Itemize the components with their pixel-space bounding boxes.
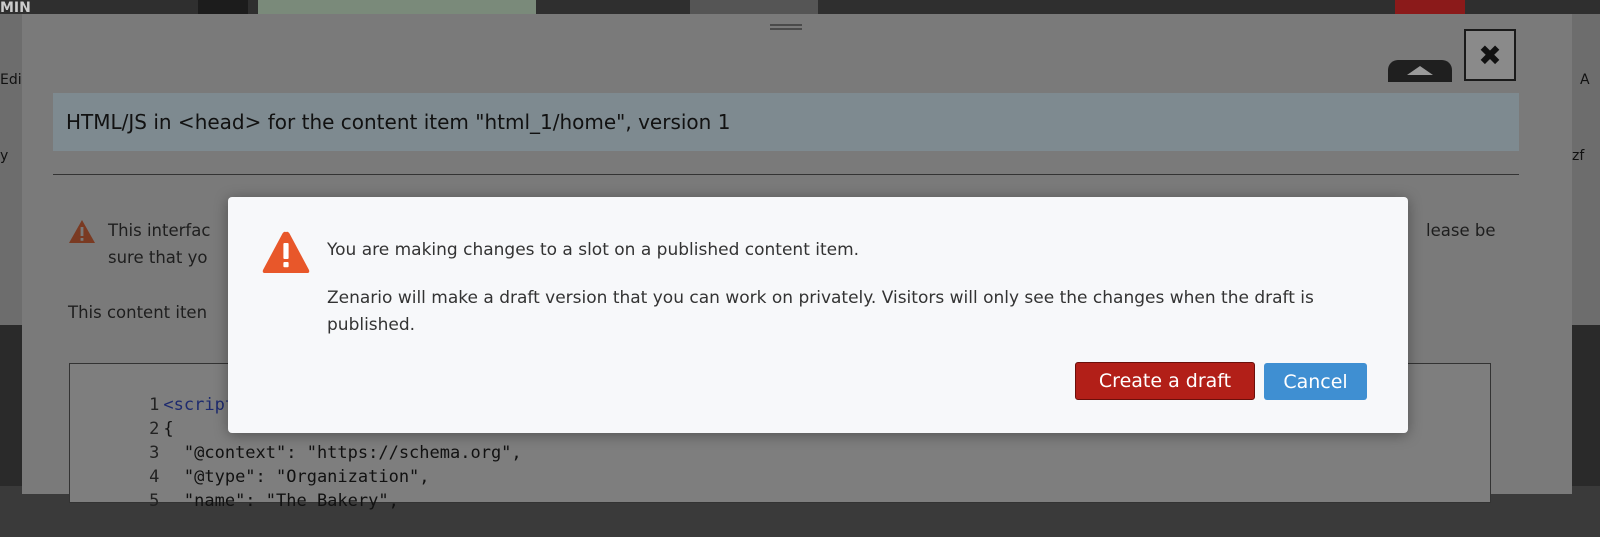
page-background-left-dark — [0, 325, 22, 486]
warning-icon — [69, 220, 95, 243]
toolbar-block — [1395, 0, 1465, 14]
toolbar-block — [258, 0, 536, 14]
dialog-message: You are making changes to a slot on a pu… — [327, 240, 860, 260]
warning-text: sure that yo — [108, 248, 208, 267]
toolbar-block — [198, 0, 248, 14]
divider — [53, 174, 1519, 175]
drag-handle[interactable] — [770, 22, 802, 34]
background-text: y — [0, 148, 9, 164]
cancel-button[interactable]: Cancel — [1264, 363, 1367, 400]
draft-confirmation-dialog: You are making changes to a slot on a pu… — [228, 197, 1408, 433]
page-background-right-dark — [1570, 325, 1600, 486]
warning-text: This interfac — [108, 221, 211, 240]
create-draft-button[interactable]: Create a draft — [1075, 362, 1255, 400]
info-text: This content iten — [68, 303, 208, 322]
chevron-up-icon — [1407, 66, 1433, 75]
close-icon: ✖ — [1478, 38, 1502, 72]
close-button[interactable]: ✖ — [1464, 29, 1516, 81]
collapse-button[interactable] — [1388, 60, 1452, 82]
code-line: 4 "@type": "Organization", — [149, 467, 430, 487]
panel-title: HTML/JS in <head> for the content item "… — [53, 93, 1519, 151]
toolbar-block — [690, 0, 818, 14]
warning-icon — [262, 231, 310, 273]
background-text: Edi — [0, 72, 22, 88]
background-text: zf — [1572, 148, 1585, 164]
dialog-message: Zenario will make a draft version that y… — [327, 288, 1314, 335]
code-line: 5 "name": "The Bakery", — [149, 491, 399, 511]
warning-text: lease be — [1426, 221, 1496, 240]
code-line: 2{ — [149, 419, 174, 439]
background-text: A — [1580, 72, 1590, 88]
